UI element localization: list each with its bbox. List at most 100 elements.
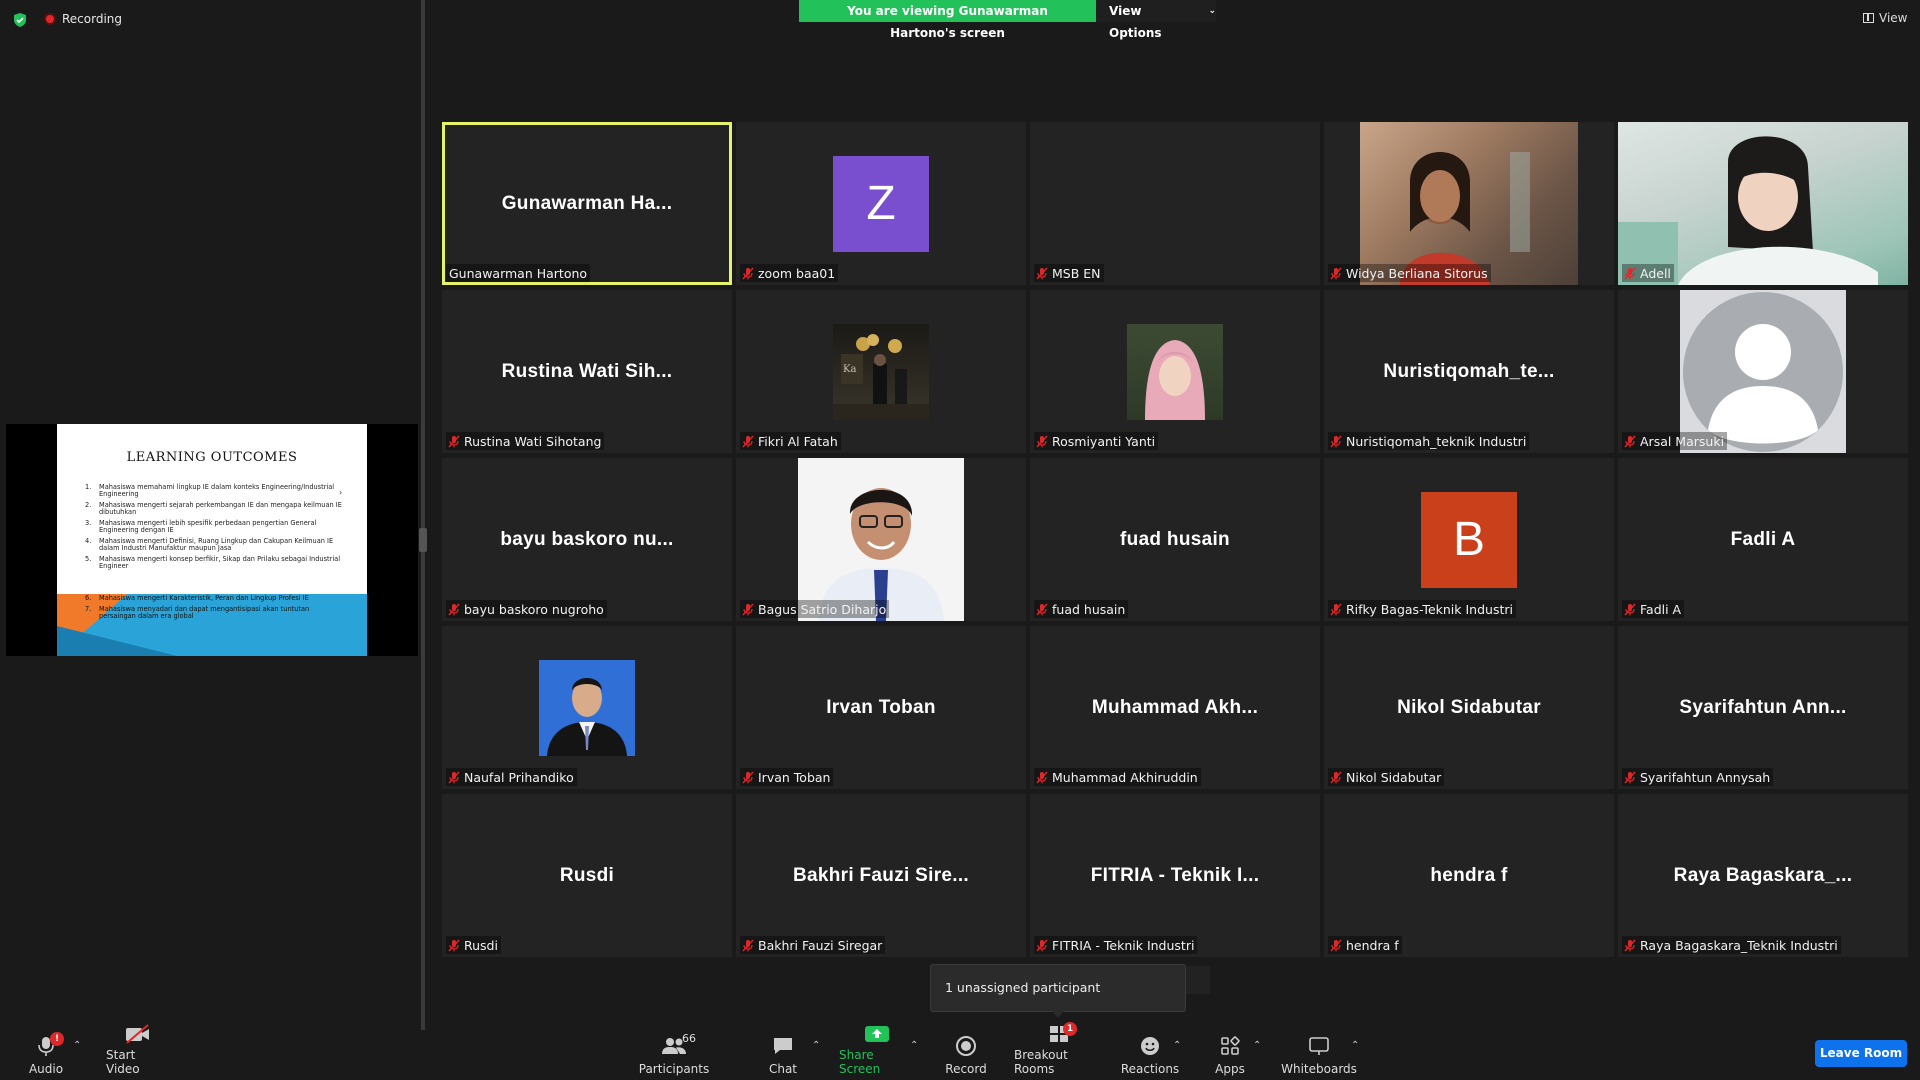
mic-muted-icon (742, 771, 754, 783)
participant-tile[interactable]: Syarifahtun Ann... Syarifahtun Annysah (1618, 626, 1908, 789)
participant-tile[interactable]: Adell (1618, 122, 1908, 285)
record-label: Record (945, 1062, 987, 1076)
participant-tile[interactable]: Bagus Satrio Diharjo (736, 458, 1026, 621)
apps-icon (1216, 1034, 1244, 1058)
participant-name: Rusdi (464, 937, 498, 953)
participant-tile[interactable]: bayu baskoro nu... bayu baskoro nugroho (442, 458, 732, 621)
mic-muted-icon (1036, 771, 1048, 783)
start-video-label: Start Video (106, 1048, 140, 1076)
chevron-down-icon: ⌄ (1208, 6, 1216, 16)
mic-muted-icon (1036, 267, 1048, 279)
participants-button[interactable]: 66 Participants (638, 1030, 710, 1080)
participant-tile[interactable]: Nikol Sidabutar Nikol Sidabutar (1324, 626, 1614, 789)
participant-tile[interactable]: FITRIA - Teknik I... FITRIA - Teknik Indu… (1030, 794, 1320, 957)
participant-name-label: Bakhri Fauzi Siregar (740, 936, 886, 954)
reactions-smiley-icon (1136, 1034, 1164, 1058)
share-options-caret-icon[interactable]: ⌃ (910, 1040, 918, 1051)
participant-display-name: Fadli A (1730, 528, 1796, 550)
participant-name-label: bayu baskoro nugroho (446, 600, 607, 618)
participant-tile[interactable]: Zzoom baa01 (736, 122, 1026, 285)
participant-name-label: Raya Bagaskara_Teknik Industri (1622, 936, 1841, 954)
mic-muted-icon (742, 435, 754, 447)
participant-tile[interactable]: Ka Fikri Al Fatah (736, 290, 1026, 453)
participant-tile[interactable]: Rosmiyanti Yanti (1030, 290, 1320, 453)
view-options-button[interactable]: View Options ⌄ (1096, 0, 1216, 40)
participant-display-name: Rusdi (559, 864, 615, 886)
audio-options-caret-icon[interactable]: ⌃ (73, 1040, 81, 1051)
participant-tile[interactable]: Bakhri Fauzi Sire... Bakhri Fauzi Siregar (736, 794, 1026, 957)
participant-tile[interactable]: Gunawarman Ha... Gunawarman Hartono (442, 122, 732, 285)
mic-muted-icon (1036, 603, 1048, 615)
default-avatar-icon (1680, 290, 1846, 453)
share-screen-button[interactable]: Share Screen (839, 1026, 915, 1080)
participant-name: Irvan Toban (758, 769, 831, 785)
chat-icon (769, 1034, 797, 1058)
participant-display-name: Rustina Wati Sih... (501, 360, 673, 382)
mic-muted-icon (1330, 771, 1342, 783)
viewing-screen-label: You are viewing Gunawarman Hartono's scr… (799, 0, 1096, 40)
participant-tile[interactable]: Naufal Prihandiko (442, 626, 732, 789)
participant-tile[interactable]: fuad husain fuad husain (1030, 458, 1320, 621)
video-off-icon (124, 1024, 152, 1044)
participant-name-label: Nikol Sidabutar (1328, 768, 1445, 786)
mic-muted-icon (448, 939, 460, 951)
tooltip-arrow (1052, 1011, 1064, 1018)
slide-item: 3. Mahasiswa mengerti lebih spesifik perb… (85, 519, 317, 535)
audio-button[interactable]: ! Audio (28, 1030, 64, 1080)
participants-icon: 66 (660, 1032, 696, 1058)
participant-name-label: fuad husain (1034, 600, 1129, 618)
participant-name: Adell (1640, 265, 1671, 281)
participant-name-label: Bagus Satrio Diharjo (740, 600, 890, 618)
participant-tile[interactable]: Fadli A Fadli A (1618, 458, 1908, 621)
participant-name-label: Arsal Marsuki (1622, 432, 1728, 450)
whiteboards-button[interactable]: Whiteboards (1281, 1030, 1357, 1080)
chat-button[interactable]: Chat (768, 1030, 798, 1080)
panel-splitter[interactable] (421, 0, 425, 1030)
participant-name-label: Irvan Toban (740, 768, 834, 786)
participant-tile[interactable]: Irvan Toban Irvan Toban (736, 626, 1026, 789)
record-button[interactable]: Record (945, 1030, 987, 1080)
participant-tile[interactable]: B Rifky Bagas-Teknik Industri (1324, 458, 1614, 621)
breakout-rooms-button[interactable]: 1 Breakout Rooms (1014, 1022, 1104, 1080)
apps-button[interactable]: Apps (1214, 1030, 1246, 1080)
slide-item: 1. Mahasiswa memahami lingkup IE dalam ko… (85, 483, 335, 499)
participant-tile[interactable]: Widya Berliana Sitorus (1324, 122, 1614, 285)
participant-tile[interactable]: Raya Bagaskara_... Raya Bagaskara_Teknik … (1618, 794, 1908, 957)
grid-view-icon (1863, 13, 1874, 23)
apps-caret-icon[interactable]: ⌃ (1253, 1040, 1261, 1051)
participant-tile[interactable]: Nuristiqomah_te... Nuristiqomah_teknik In… (1324, 290, 1614, 453)
whiteboards-caret-icon[interactable]: ⌃ (1351, 1040, 1359, 1051)
reactions-caret-icon[interactable]: ⌃ (1173, 1040, 1181, 1051)
unassigned-participant-tooltip: 1 unassigned participant (930, 964, 1186, 1012)
participant-name: Nikol Sidabutar (1346, 769, 1442, 785)
security-shield-icon[interactable] (12, 12, 28, 28)
participant-tile[interactable]: Arsal Marsuki (1618, 290, 1908, 453)
participants-label: Participants (638, 1062, 710, 1076)
mic-muted-icon (448, 603, 460, 615)
start-video-button[interactable]: Start Video (106, 1024, 170, 1080)
mic-muted-icon (1624, 771, 1636, 783)
view-button[interactable]: View (1863, 11, 1907, 25)
chat-options-caret-icon[interactable]: ⌃ (812, 1040, 820, 1051)
participant-name-label: Syarifahtun Annysah (1622, 768, 1774, 786)
mic-muted-icon (1330, 939, 1342, 951)
recording-indicator[interactable]: Recording (44, 12, 122, 26)
reactions-button[interactable]: Reactions (1121, 1030, 1179, 1080)
participant-tile[interactable]: Rustina Wati Sih... Rustina Wati Sihotang (442, 290, 732, 453)
leave-room-button[interactable]: Leave Room (1815, 1040, 1907, 1067)
participant-tile[interactable]: Rusdi Rusdi (442, 794, 732, 957)
participant-name-label: MSB EN (1034, 264, 1104, 282)
participant-tile[interactable]: Muhammad Akh... Muhammad Akhiruddin (1030, 626, 1320, 789)
participant-tile[interactable]: MSB EN (1030, 122, 1320, 285)
participant-tile[interactable]: hendra f hendra f (1324, 794, 1614, 957)
participant-name: Naufal Prihandiko (464, 769, 574, 785)
participant-name: fuad husain (1052, 601, 1126, 617)
breakout-rooms-label: Breakout Rooms (1014, 1048, 1068, 1076)
participants-count: 66 (682, 1032, 696, 1045)
participant-name-label: Fikri Al Fatah (740, 432, 841, 450)
splitter-handle[interactable] (419, 528, 427, 552)
participant-name: MSB EN (1052, 265, 1101, 281)
mic-muted-icon (1330, 603, 1342, 615)
participant-display-name: Muhammad Akh... (1091, 696, 1259, 718)
audio-label: Audio (28, 1062, 64, 1076)
